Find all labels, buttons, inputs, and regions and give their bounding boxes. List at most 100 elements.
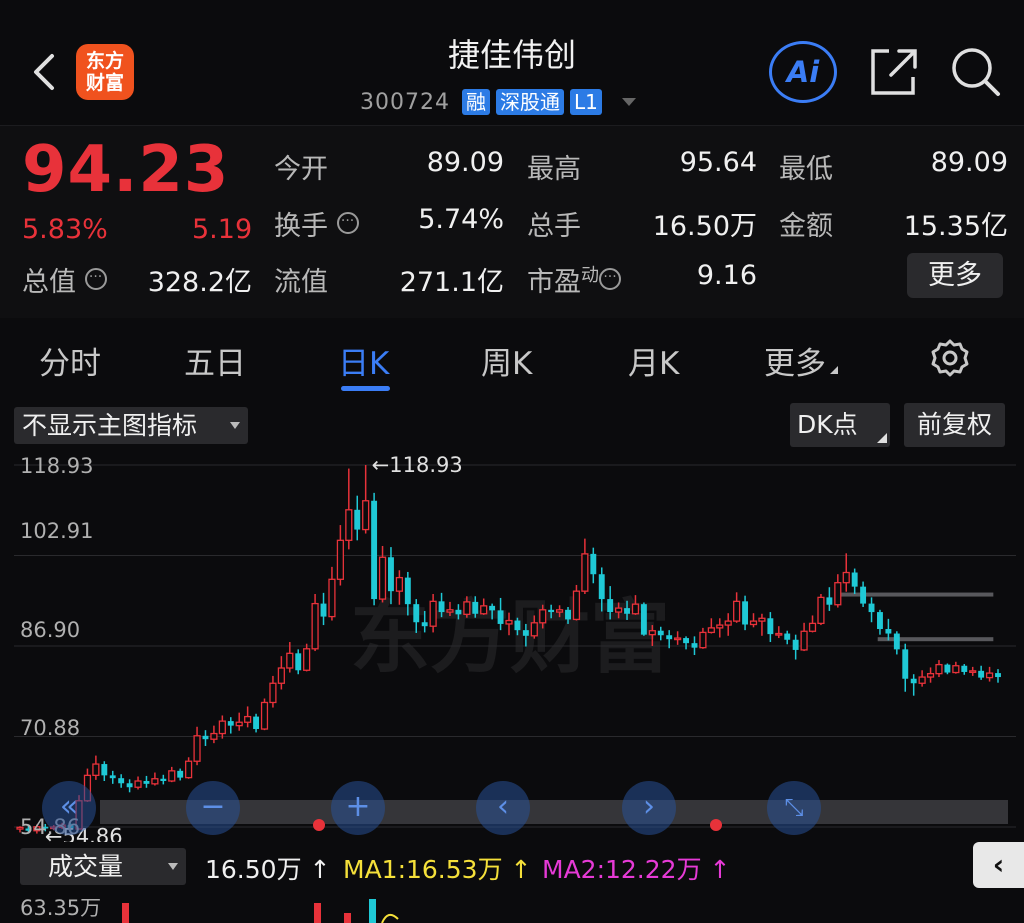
candle[interactable] — [590, 547, 597, 584]
candle[interactable] — [286, 642, 294, 673]
candle[interactable] — [860, 581, 867, 607]
candle[interactable] — [758, 613, 766, 636]
turnover-label[interactable]: 换手 ··· — [274, 204, 359, 243]
candle[interactable] — [160, 774, 167, 785]
more-dots-icon[interactable]: ··· — [599, 268, 621, 290]
candle[interactable] — [143, 775, 150, 788]
candle[interactable] — [877, 609, 883, 635]
candle[interactable] — [724, 613, 732, 636]
candle[interactable] — [92, 755, 100, 780]
candle[interactable] — [944, 663, 951, 675]
candle[interactable] — [800, 622, 808, 652]
candle[interactable] — [808, 615, 817, 633]
candle[interactable] — [885, 618, 892, 641]
more-button[interactable]: 更多 — [907, 253, 1003, 298]
fast-rewind-button[interactable]: « — [42, 781, 96, 835]
market-cap-label[interactable]: 总值 ··· — [22, 260, 107, 299]
candle[interactable] — [134, 776, 142, 790]
collapse-panel-button[interactable]: ‹ — [973, 842, 1024, 888]
candle[interactable] — [707, 618, 715, 634]
candle[interactable] — [691, 636, 698, 656]
candle[interactable] — [227, 717, 234, 734]
candle[interactable] — [792, 634, 799, 660]
event-marker[interactable] — [710, 819, 722, 831]
candle[interactable] — [210, 725, 218, 744]
gear-icon[interactable] — [930, 338, 970, 382]
candle[interactable] — [834, 574, 842, 608]
candle[interactable] — [716, 618, 724, 638]
candle[interactable] — [118, 774, 125, 788]
candle[interactable] — [961, 664, 968, 675]
candle[interactable] — [311, 593, 319, 652]
scroll-left-button[interactable]: ‹ — [476, 781, 530, 835]
tab-more[interactable]: 更多 — [764, 338, 838, 383]
candle[interactable] — [742, 595, 749, 631]
ai-assistant-icon[interactable]: Ai — [769, 41, 837, 103]
candle[interactable] — [177, 768, 184, 781]
indicator-selector[interactable]: 不显示主图指标 — [14, 407, 248, 444]
candle[interactable] — [101, 761, 108, 782]
candle[interactable] — [868, 597, 875, 623]
candle[interactable] — [842, 553, 850, 592]
candle[interactable] — [193, 726, 201, 766]
candle[interactable] — [775, 626, 783, 639]
tab-monthly-k[interactable]: 月K — [628, 338, 679, 383]
candle[interactable] — [336, 525, 344, 586]
candle[interactable] — [151, 772, 159, 786]
tab-five-day[interactable]: 五日 — [184, 338, 246, 383]
candle[interactable] — [320, 592, 327, 626]
chevron-down-icon[interactable] — [621, 98, 636, 106]
candle[interactable] — [952, 661, 960, 674]
candle[interactable] — [328, 566, 336, 621]
candle[interactable] — [260, 698, 269, 731]
volume-indicator-selector[interactable]: 成交量 — [20, 848, 186, 885]
candle[interactable] — [985, 666, 994, 682]
adjust-button[interactable]: 前复权 — [904, 403, 1005, 447]
scroll-right-button[interactable]: › — [622, 781, 676, 835]
candle[interactable] — [699, 627, 707, 649]
fullscreen-icon[interactable]: ⤡ — [767, 781, 821, 835]
candle[interactable] — [126, 779, 133, 793]
candle[interactable] — [185, 757, 193, 779]
candle[interactable] — [218, 715, 226, 739]
candle[interactable] — [378, 545, 387, 603]
candle[interactable] — [995, 669, 1001, 683]
tab-intraday[interactable]: 分时 — [39, 338, 101, 383]
candle[interactable] — [371, 492, 378, 606]
candle[interactable] — [978, 665, 985, 680]
candle[interactable] — [969, 666, 977, 676]
zoom-out-button[interactable]: − — [186, 781, 240, 835]
candle[interactable] — [253, 713, 260, 733]
more-dots-icon[interactable]: ··· — [336, 212, 359, 234]
tab-weekly-k[interactable]: 周K — [481, 338, 532, 383]
candle[interactable] — [295, 649, 302, 675]
search-icon[interactable] — [948, 44, 1004, 104]
stock-subline[interactable]: 300724 融 深股通 L1 — [360, 86, 636, 118]
candle[interactable] — [354, 495, 361, 541]
candle[interactable] — [235, 712, 243, 731]
candle[interactable] — [202, 730, 209, 746]
pe-label[interactable]: 市盈动 ··· — [527, 260, 621, 299]
candle[interactable] — [817, 593, 825, 626]
candle[interactable] — [902, 643, 909, 692]
candle[interactable] — [640, 602, 647, 636]
candle[interactable] — [277, 656, 285, 690]
candle[interactable] — [851, 568, 858, 594]
dk-point-button[interactable]: DK点 — [790, 403, 890, 447]
candle[interactable] — [826, 587, 833, 611]
candle[interactable] — [918, 670, 926, 687]
more-dots-icon[interactable]: ··· — [84, 268, 107, 290]
candle[interactable] — [244, 706, 252, 728]
candle[interactable] — [674, 631, 682, 645]
candle[interactable] — [303, 643, 311, 672]
candle[interactable] — [362, 465, 370, 534]
candle[interactable] — [168, 766, 176, 783]
candle[interactable] — [784, 630, 791, 645]
candle[interactable] — [893, 631, 900, 655]
candle[interactable] — [269, 675, 277, 708]
candle[interactable] — [581, 538, 589, 594]
zoom-in-button[interactable]: + — [331, 781, 385, 835]
candle[interactable] — [935, 660, 943, 678]
event-marker[interactable] — [313, 819, 325, 831]
candle[interactable] — [345, 468, 353, 550]
